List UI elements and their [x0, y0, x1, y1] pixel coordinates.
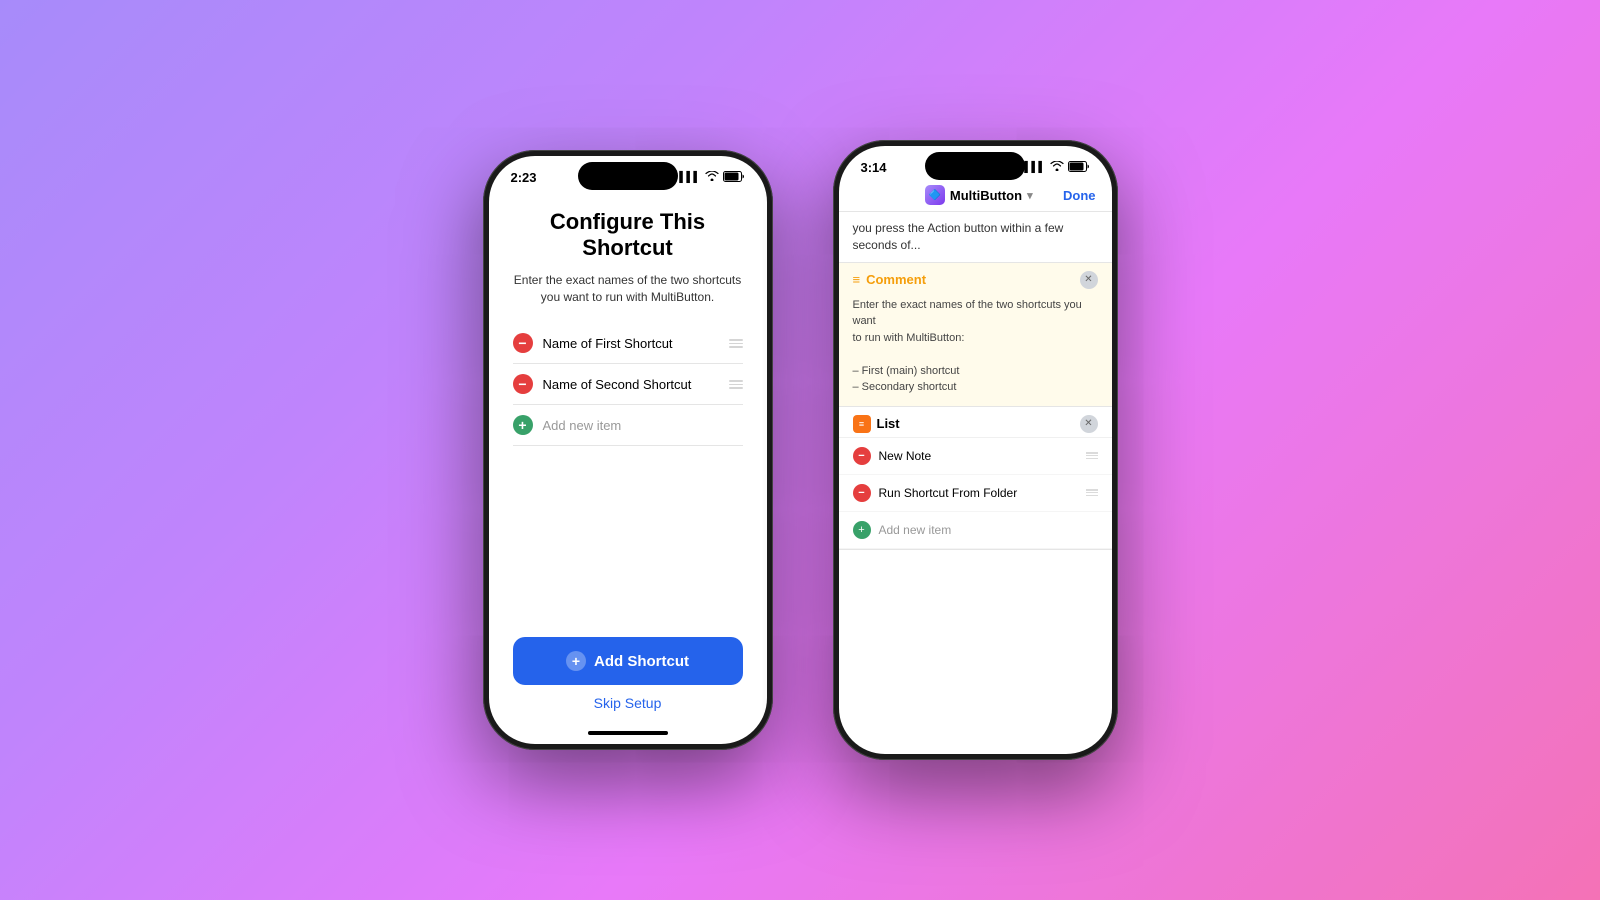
status-icons-left: ▌▌▌ — [679, 171, 744, 185]
add-shortcut-label: Add Shortcut — [594, 653, 689, 670]
item-label-1: Name of First Shortcut — [543, 336, 673, 351]
new-note-label: New Note — [879, 449, 932, 463]
btn-plus-icon: + — [566, 651, 586, 671]
signal-icon: ▌▌▌ — [679, 172, 700, 183]
list-block-left: ≡ List — [853, 415, 900, 433]
app-icon: 🔷 — [925, 185, 945, 205]
drag-handle-block-1[interactable] — [1086, 452, 1098, 459]
add-item-block-label: Add new item — [879, 523, 952, 537]
battery-icon-right — [1068, 161, 1090, 175]
list-item-block-left-2: − Run Shortcut From Folder — [853, 484, 1018, 502]
list-item-block-2: − Run Shortcut From Folder — [839, 475, 1112, 512]
add-icon[interactable]: + — [513, 415, 533, 435]
battery-icon — [723, 171, 745, 185]
remove-icon-1[interactable]: − — [513, 333, 533, 353]
list-item-block-left-1: − New Note — [853, 447, 932, 465]
add-item-block-row[interactable]: + Add new item — [839, 512, 1112, 549]
add-item-block-left: + Add new item — [853, 521, 952, 539]
comment-line-3 — [853, 346, 1098, 363]
right-content: you press the Action button within a few… — [839, 212, 1112, 754]
list-item-left-1: − Name of First Shortcut — [513, 333, 673, 353]
nav-bar-right: 🔷 MultiButton ▾ Done — [839, 179, 1112, 212]
partial-text: you press the Action button within a few… — [839, 212, 1112, 263]
app-name: MultiButton — [950, 188, 1022, 203]
comment-line-1: Enter the exact names of the two shortcu… — [853, 297, 1098, 330]
list-block-header: ≡ List ✕ — [839, 407, 1112, 438]
drag-handle-2[interactable] — [729, 380, 743, 389]
left-phone: 2:23 ▌▌▌ Configure This Shortcut Enter t… — [483, 150, 773, 750]
remove-dot-2[interactable]: − — [853, 484, 871, 502]
item-label-2: Name of Second Shortcut — [543, 377, 692, 392]
remove-dot-1[interactable]: − — [853, 447, 871, 465]
wifi-icon-right — [1050, 161, 1064, 174]
skip-setup-link[interactable]: Skip Setup — [513, 695, 743, 711]
comment-block: ≡ Comment ✕ Enter the exact names of the… — [839, 263, 1112, 407]
comment-body: Enter the exact names of the two shortcu… — [839, 293, 1112, 406]
shortcut-list: − Name of First Shortcut − Name of Secon… — [513, 323, 743, 625]
status-time-right: 3:14 — [861, 160, 887, 175]
right-phone: 3:14 ▌▌▌ 🔷 MultiButton ▾ Done — [833, 140, 1118, 760]
list-item: − Name of Second Shortcut — [513, 364, 743, 405]
page-title-left: Configure This Shortcut — [513, 209, 743, 262]
page-desc-left: Enter the exact names of the two shortcu… — [513, 272, 743, 306]
dynamic-island-left — [578, 162, 678, 190]
comment-line-4: – First (main) shortcut — [853, 363, 1098, 380]
home-indicator-left — [588, 731, 668, 735]
nav-title-right: 🔷 MultiButton ▾ — [925, 185, 1033, 205]
left-content: Configure This Shortcut Enter the exact … — [489, 189, 767, 727]
status-icons-right: ▌▌▌ — [1024, 161, 1089, 175]
signal-icon-right: ▌▌▌ — [1024, 162, 1045, 173]
list-block: ≡ List ✕ − New Note — [839, 407, 1112, 550]
drag-handle-1[interactable] — [729, 339, 743, 348]
status-time-left: 2:23 — [511, 170, 537, 185]
add-shortcut-button[interactable]: + Add Shortcut — [513, 637, 743, 685]
list-item-left-2: − Name of Second Shortcut — [513, 374, 692, 394]
comment-line-2: to run with MultiButton: — [853, 330, 1098, 347]
list-icon: ≡ — [853, 415, 871, 433]
add-item-left: + Add new item — [513, 415, 622, 435]
comment-header: ≡ Comment ✕ — [839, 263, 1112, 293]
drag-handle-block-2[interactable] — [1086, 489, 1098, 496]
comment-line-5: – Secondary shortcut — [853, 379, 1098, 396]
dynamic-island-right — [925, 152, 1025, 180]
comment-icon: ≡ — [853, 272, 861, 287]
run-shortcut-label: Run Shortcut From Folder — [879, 486, 1018, 500]
list-label: List — [877, 416, 900, 431]
add-dot[interactable]: + — [853, 521, 871, 539]
wifi-icon — [705, 171, 719, 184]
add-item-label: Add new item — [543, 418, 622, 433]
comment-label: Comment — [866, 272, 926, 287]
nav-chevron-icon[interactable]: ▾ — [1027, 189, 1033, 202]
left-screen: 2:23 ▌▌▌ Configure This Shortcut Enter t… — [489, 156, 767, 744]
list-remove-button[interactable]: ✕ — [1080, 415, 1098, 433]
comment-remove-button[interactable]: ✕ — [1080, 271, 1098, 289]
list-item-block-1: − New Note — [839, 438, 1112, 475]
remove-icon-2[interactable]: − — [513, 374, 533, 394]
nav-done-button[interactable]: Done — [1063, 188, 1096, 203]
add-item-row[interactable]: + Add new item — [513, 405, 743, 446]
comment-header-left: ≡ Comment — [853, 272, 927, 287]
right-screen: 3:14 ▌▌▌ 🔷 MultiButton ▾ Done — [839, 146, 1112, 754]
list-item: − Name of First Shortcut — [513, 323, 743, 364]
